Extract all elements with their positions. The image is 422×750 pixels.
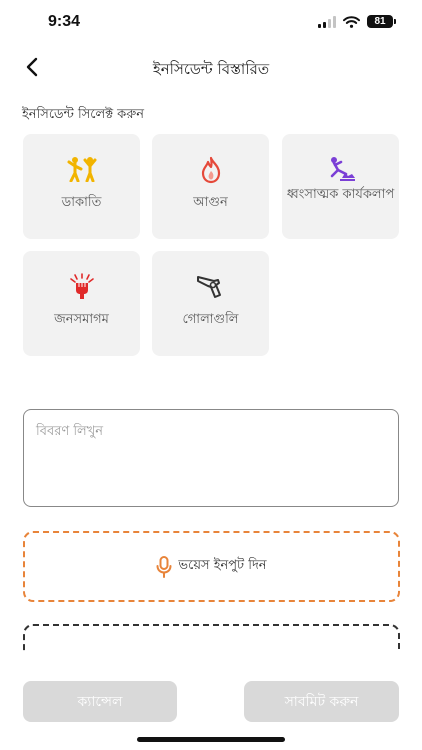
- status-icons: 81: [318, 15, 396, 28]
- incident-tile-crowd[interactable]: জনসমাগম: [23, 251, 140, 356]
- incident-label: জনসমাগম: [54, 312, 109, 327]
- home-indicator: [137, 737, 285, 742]
- incident-tile-destruction[interactable]: ধ্বংসাত্মক কার্যকলাপ: [282, 134, 399, 239]
- section-label: ইনসিডেন্ট সিলেক্ট করুন: [22, 107, 145, 122]
- microphone-icon: [156, 555, 172, 578]
- page-title: ইনসিডেন্ট বিস্তারিত: [152, 60, 270, 78]
- destruction-icon: [330, 157, 355, 181]
- incident-tile-gunfire[interactable]: গোলাগুলি: [152, 251, 269, 356]
- voice-input-label: ভয়েস ইনপুট দিন: [178, 558, 267, 573]
- description-input[interactable]: [23, 409, 399, 507]
- incident-label: আগুন: [193, 195, 228, 210]
- battery-level: 81: [367, 15, 393, 28]
- incident-tile-fire[interactable]: আগুন: [152, 134, 269, 239]
- battery-icon: 81: [367, 15, 396, 28]
- gun-icon: [196, 276, 221, 298]
- signal-icon: [318, 15, 336, 28]
- status-time: 9:34: [48, 13, 81, 30]
- status-bar: 9:34 81: [0, 0, 422, 44]
- incident-label: ডাকাতি: [61, 195, 102, 210]
- voice-input-button[interactable]: ভয়েস ইনপুট দিন: [23, 531, 400, 602]
- submit-button[interactable]: সাবমিট করুন: [244, 681, 399, 722]
- incident-label: ধ্বংসাত্মক কার্যকলাপ: [286, 187, 395, 202]
- robbery-icon: [67, 157, 96, 182]
- incident-label: গোলাগুলি: [182, 312, 239, 327]
- header: ইনসিডেন্ট বিস্তারিত: [0, 44, 422, 90]
- wifi-icon: [343, 15, 360, 28]
- incident-tile-robbery[interactable]: ডাকাতি: [23, 134, 140, 239]
- crowd-icon: [69, 273, 94, 299]
- cancel-button[interactable]: ক্যান্সেল: [23, 681, 177, 722]
- fire-icon: [201, 156, 220, 184]
